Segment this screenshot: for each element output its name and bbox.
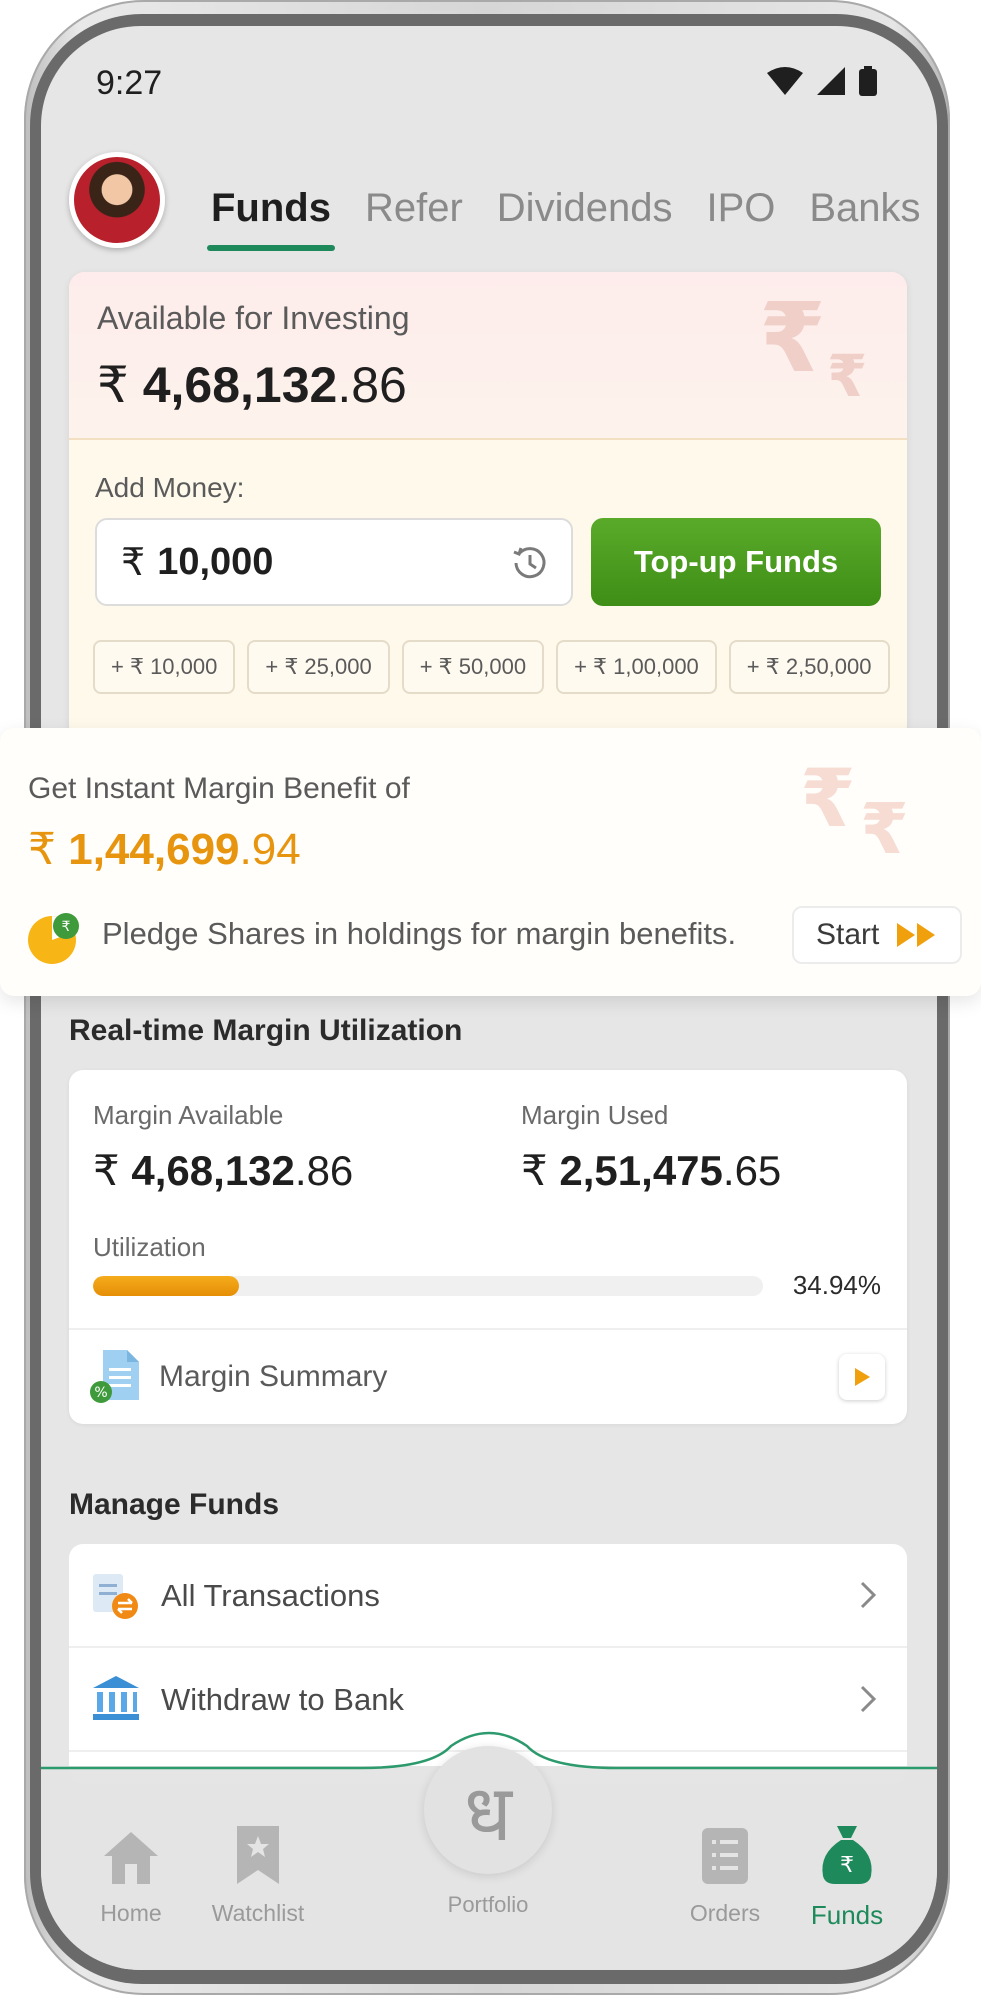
currency-symbol: ₹ <box>521 1147 548 1194</box>
transactions-icon <box>93 1574 138 1619</box>
nav-portfolio-label: Portfolio <box>447 1892 529 1917</box>
money-bag-icon: ₹ <box>822 1826 872 1884</box>
history-clock-icon[interactable] <box>511 544 549 582</box>
margin-available-decimal: .86 <box>294 1147 354 1194</box>
tab-ipo[interactable]: IPO <box>706 186 775 231</box>
chip-100000[interactable]: + ₹ 1,00,000 <box>556 640 717 694</box>
chip-50000[interactable]: + ₹ 50,000 <box>401 640 545 694</box>
benefit-amount: ₹ 1,44,699.94 <box>28 824 301 875</box>
nav-orders-label: Orders <box>689 1900 761 1926</box>
available-amount-main: 4,68,132 <box>142 357 338 413</box>
nav-portfolio[interactable]: ध <box>424 1746 552 1874</box>
input-currency: ₹ <box>121 541 146 584</box>
available-card: Available for Investing ₹ 4,68,132.86 ₹ … <box>69 272 907 742</box>
rupee-decor-small-icon: ₹ <box>827 344 868 409</box>
pledge-shares-text: Pledge Shares in holdings for margin ben… <box>102 916 737 951</box>
benefit-amount-main: 1,44,699 <box>68 825 240 874</box>
rupee-decor-icon: ₹ <box>759 285 826 392</box>
chip-25000[interactable]: + ₹ 25,000 <box>247 640 390 694</box>
margin-summary-label: Margin Summary <box>159 1360 388 1393</box>
amount-input-value: 10,000 <box>157 540 274 583</box>
margin-available-value: ₹ 4,68,132.86 <box>93 1146 353 1195</box>
svg-text:%: % <box>94 1385 107 1401</box>
status-bar: 9:27 <box>41 26 937 136</box>
signal-icon <box>817 67 845 95</box>
margin-summary-play-button[interactable] <box>839 1354 885 1400</box>
nav-watchlist-label: Watchlist <box>211 1900 305 1926</box>
utilization-bar-fill <box>93 1276 240 1296</box>
pie-chart-rupee-icon: ₹ <box>28 913 79 964</box>
status-icons <box>767 66 877 96</box>
wifi-icon <box>767 67 803 95</box>
avatar[interactable] <box>69 152 165 248</box>
nav-home[interactable]: Home <box>61 1816 201 1927</box>
margin-available-main: 4,68,132 <box>131 1147 295 1194</box>
document-percent-icon: % <box>90 1350 139 1403</box>
currency-symbol: ₹ <box>28 825 56 874</box>
chevron-right-icon <box>860 1581 877 1609</box>
bank-icon <box>93 1676 139 1720</box>
bookmark-star-icon <box>237 1826 279 1884</box>
currency-symbol: ₹ <box>97 357 129 413</box>
realtime-margin-title: Real-time Margin Utilization <box>69 1014 463 1047</box>
play-icon <box>855 1368 870 1386</box>
margin-used-label: Margin Used <box>521 1100 669 1130</box>
bottom-navigation: Home Watchlist ध Portfolio Orders ₹ Fund… <box>41 1731 937 1970</box>
margin-used-main: 2,51,475 <box>559 1147 723 1194</box>
tab-refer[interactable]: Refer <box>365 186 463 231</box>
app-screen: 9:27 Funds Refer Dividends IPO Banks Ava… <box>41 26 937 1970</box>
list-item-all-transactions[interactable]: All Transactions <box>69 1544 907 1648</box>
tab-funds[interactable]: Funds <box>207 186 335 251</box>
top-header: Funds Refer Dividends IPO Banks <box>41 146 937 256</box>
topup-funds-button[interactable]: Top-up Funds <box>591 518 881 606</box>
available-label: Available for Investing <box>97 300 410 336</box>
nav-orders[interactable]: Orders <box>655 1816 795 1927</box>
currency-symbol: ₹ <box>93 1147 120 1194</box>
status-time: 9:27 <box>96 64 163 102</box>
margin-used-value: ₹ 2,51,475.65 <box>521 1146 781 1195</box>
quick-amount-chips: + ₹ 10,000 + ₹ 25,000 + ₹ 50,000 + ₹ 1,0… <box>93 640 890 694</box>
all-transactions-label: All Transactions <box>161 1578 380 1613</box>
utilization-bar <box>93 1276 763 1296</box>
svg-text:₹: ₹ <box>62 919 71 935</box>
top-tabs: Funds Refer Dividends IPO Banks <box>207 186 921 251</box>
rupee-decor-small-icon: ₹ <box>860 790 909 868</box>
tab-banks[interactable]: Banks <box>809 186 920 231</box>
margin-available-label: Margin Available <box>93 1100 284 1130</box>
nav-funds[interactable]: ₹ Funds <box>777 1816 917 1931</box>
manage-funds-title: Manage Funds <box>69 1488 280 1521</box>
svg-text:₹: ₹ <box>840 1853 854 1878</box>
nav-watchlist[interactable]: Watchlist <box>188 1816 328 1927</box>
available-header: Available for Investing ₹ 4,68,132.86 ₹ … <box>69 272 907 440</box>
double-arrow-right-icon <box>897 923 936 947</box>
tab-dividends[interactable]: Dividends <box>497 186 673 231</box>
utilization-percent: 34.94% <box>792 1270 881 1300</box>
chevron-right-icon <box>860 1685 877 1713</box>
available-amount-decimal: .86 <box>337 357 407 413</box>
nav-funds-label: Funds <box>810 1900 884 1930</box>
home-icon <box>104 1832 158 1884</box>
portfolio-logo-icon: ध <box>464 1769 512 1859</box>
rupee-decor-icon: ₹ <box>800 754 856 843</box>
margin-benefit-card: Get Instant Margin Benefit of ₹ 1,44,699… <box>0 728 981 996</box>
utilization-label: Utilization <box>93 1232 206 1262</box>
chip-250000[interactable]: + ₹ 2,50,000 <box>728 640 890 694</box>
margin-summary-row[interactable]: % Margin Summary <box>69 1330 907 1424</box>
add-money-label: Add Money: <box>95 472 245 503</box>
benefit-title: Get Instant Margin Benefit of <box>28 772 410 805</box>
chip-10000[interactable]: + ₹ 10,000 <box>93 640 236 694</box>
start-label: Start <box>816 918 880 951</box>
available-amount: ₹ 4,68,132.86 <box>97 356 407 414</box>
amount-input[interactable]: ₹ 10,000 <box>95 518 573 606</box>
orders-list-icon <box>702 1828 748 1884</box>
margin-utilization-card: Margin Available ₹ 4,68,132.86 Margin Us… <box>69 1070 907 1424</box>
margin-used-decimal: .65 <box>722 1147 782 1194</box>
nav-home-label: Home <box>100 1900 162 1926</box>
battery-icon <box>859 66 877 96</box>
benefit-amount-decimal: .94 <box>239 825 301 874</box>
withdraw-to-bank-label: Withdraw to Bank <box>161 1682 404 1717</box>
start-pledge-button[interactable]: Start <box>792 906 962 964</box>
